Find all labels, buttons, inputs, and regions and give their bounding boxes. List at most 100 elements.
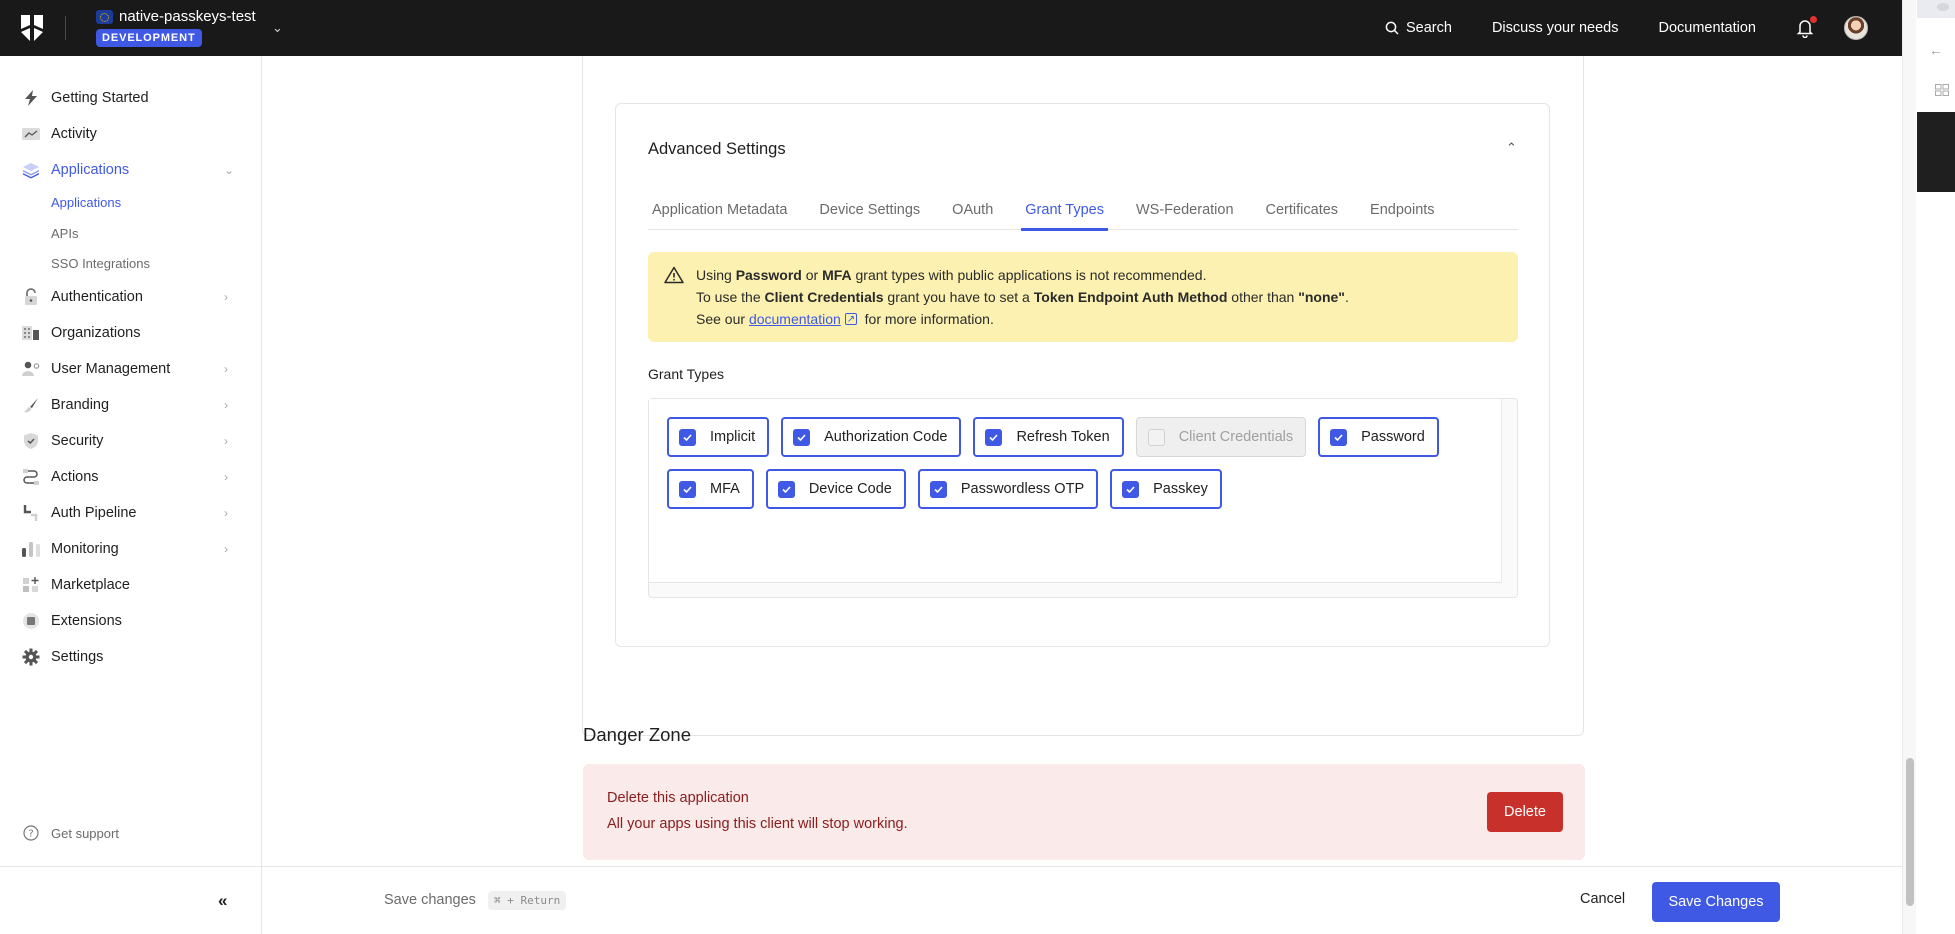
tab-device-settings[interactable]: Device Settings bbox=[815, 190, 924, 230]
sidebar-item-extensions[interactable]: Extensions bbox=[0, 606, 261, 636]
checkbox-checked-icon[interactable] bbox=[1330, 428, 1348, 446]
notifications-button[interactable] bbox=[1796, 16, 1817, 39]
grant-type-label: Device Code bbox=[808, 481, 892, 497]
search-button[interactable]: Search bbox=[1385, 20, 1452, 36]
tab-grant-types[interactable]: Grant Types bbox=[1021, 190, 1108, 231]
bar-chart-icon bbox=[22, 540, 40, 558]
notification-dot bbox=[1810, 16, 1817, 23]
window-control-icon[interactable] bbox=[1937, 3, 1949, 11]
checkbox-checked-icon[interactable] bbox=[777, 480, 795, 498]
get-support-link[interactable]: ? Get support bbox=[0, 818, 261, 848]
sidebar-item-marketplace[interactable]: Marketplace bbox=[0, 570, 261, 600]
tab-certificates[interactable]: Certificates bbox=[1262, 190, 1343, 230]
tenant-switcher[interactable]: native-passkeys-test DEVELOPMENT bbox=[96, 8, 256, 47]
sidebar-item-monitoring[interactable]: Monitoring › bbox=[0, 534, 261, 564]
auth0-logo-icon[interactable] bbox=[18, 13, 46, 43]
checkbox-checked-icon[interactable] bbox=[793, 428, 811, 446]
grant-types-container: Implicit Authorization Code Refresh Toke… bbox=[648, 398, 1518, 598]
cancel-button[interactable]: Cancel bbox=[1580, 891, 1625, 907]
warning-line-3: See our documentation for more informati… bbox=[696, 308, 1518, 331]
checkbox-checked-icon[interactable] bbox=[929, 480, 947, 498]
topbar-divider bbox=[65, 16, 66, 40]
sidebar-item-activity[interactable]: Activity bbox=[0, 119, 261, 149]
grant-types-label: Grant Types bbox=[648, 366, 725, 382]
grant-type-password[interactable]: Password bbox=[1318, 417, 1439, 457]
advanced-settings-title: Advanced Settings bbox=[648, 140, 786, 158]
danger-zone-panel: Delete this application All your apps us… bbox=[583, 764, 1585, 860]
grant-type-refresh-token[interactable]: Refresh Token bbox=[973, 417, 1124, 457]
gear-icon bbox=[22, 648, 40, 666]
activity-chart-icon bbox=[22, 125, 40, 143]
sidebar-item-branding[interactable]: Branding › bbox=[0, 390, 261, 420]
delete-application-button[interactable]: Delete bbox=[1487, 792, 1563, 832]
grant-type-label: Client Credentials bbox=[1178, 429, 1294, 445]
documentation-link[interactable]: documentation bbox=[749, 311, 841, 327]
lock-icon bbox=[22, 288, 40, 306]
sidebar-item-label: Monitoring bbox=[51, 541, 119, 557]
flow-icon bbox=[22, 468, 40, 486]
sidebar-item-label: Branding bbox=[51, 397, 110, 413]
grant-type-mfa[interactable]: MFA bbox=[667, 469, 754, 509]
sidebar-footer: « bbox=[0, 866, 261, 934]
sidebar-item-label: Actions bbox=[51, 469, 99, 485]
sidebar-item-user-management[interactable]: User Management › bbox=[0, 354, 261, 384]
sidebar-item-organizations[interactable]: Organizations bbox=[0, 318, 261, 348]
save-changes-hint: Save changes bbox=[384, 892, 476, 908]
side-panel-header bbox=[1917, 0, 1955, 18]
user-avatar[interactable] bbox=[1844, 16, 1868, 40]
grid-icon[interactable] bbox=[1935, 84, 1949, 96]
checkbox-checked-icon[interactable] bbox=[985, 428, 1003, 446]
grant-types-row-2: MFA Device Code Passwordless OTP Passkey bbox=[667, 469, 1222, 509]
tab-oauth[interactable]: OAuth bbox=[948, 190, 997, 230]
sidebar-item-label: Applications bbox=[51, 162, 130, 178]
sidebar-item-auth-pipeline[interactable]: Auth Pipeline › bbox=[0, 498, 261, 528]
sidebar-item-getting-started[interactable]: Getting Started bbox=[0, 83, 261, 113]
grant-type-authorization-code[interactable]: Authorization Code bbox=[781, 417, 962, 457]
checkbox-checked-icon[interactable] bbox=[679, 480, 696, 498]
grant-type-device-code[interactable]: Device Code bbox=[765, 469, 906, 509]
grant-type-label: Authorization Code bbox=[824, 429, 948, 445]
sidebar-item-actions[interactable]: Actions › bbox=[0, 462, 261, 492]
arrow-left-icon[interactable]: ← bbox=[1929, 42, 1943, 58]
svg-text:?: ? bbox=[28, 829, 33, 840]
sidebar-item-label: Marketplace bbox=[51, 577, 130, 593]
danger-zone-heading: Delete this application bbox=[607, 790, 749, 806]
checkbox-checked-icon[interactable] bbox=[1122, 480, 1140, 498]
tab-ws-federation[interactable]: WS-Federation bbox=[1132, 190, 1238, 230]
collapse-sidebar-button[interactable]: « bbox=[218, 891, 227, 911]
warning-triangle-icon bbox=[664, 266, 684, 284]
sidebar-item-security[interactable]: Security › bbox=[0, 426, 261, 456]
sidebar-subitem-apis[interactable]: APIs bbox=[51, 226, 78, 241]
chip-icon bbox=[22, 612, 40, 630]
sidebar-subitem-sso-integrations[interactable]: SSO Integrations bbox=[51, 256, 150, 271]
sidebar: Getting Started Activity Applications ⌄ … bbox=[0, 56, 262, 934]
side-panel-strip: ← bbox=[1917, 0, 1955, 934]
tab-endpoints[interactable]: Endpoints bbox=[1366, 190, 1439, 230]
page-scrollbar[interactable] bbox=[1902, 0, 1916, 934]
chevron-down-icon[interactable]: ⌄ bbox=[272, 20, 283, 36]
chevron-up-icon[interactable]: ⌃ bbox=[1506, 140, 1517, 156]
grant-type-implicit[interactable]: Implicit bbox=[667, 417, 770, 457]
grant-type-label: Password bbox=[1361, 429, 1425, 445]
sidebar-item-label: Security bbox=[51, 433, 104, 449]
side-panel-preview bbox=[1917, 112, 1955, 192]
save-changes-button[interactable]: Save Changes bbox=[1652, 882, 1780, 922]
shield-check-icon bbox=[22, 432, 40, 450]
sidebar-subitem-applications[interactable]: Applications bbox=[51, 195, 121, 210]
sidebar-item-settings[interactable]: Settings bbox=[0, 642, 261, 672]
search-label: Search bbox=[1405, 20, 1452, 36]
scrollbar-thumb[interactable] bbox=[1906, 758, 1914, 906]
grant-type-passwordless-otp[interactable]: Passwordless OTP bbox=[917, 469, 1099, 509]
brush-icon bbox=[22, 396, 40, 414]
sidebar-item-authentication[interactable]: Authentication › bbox=[0, 282, 261, 312]
discuss-needs-link[interactable]: Discuss your needs bbox=[1492, 20, 1619, 36]
documentation-link[interactable]: Documentation bbox=[1658, 20, 1756, 36]
get-support-label: Get support bbox=[51, 825, 119, 841]
sidebar-item-applications[interactable]: Applications ⌄ bbox=[0, 155, 261, 185]
grant-type-label: Passkey bbox=[1153, 481, 1208, 497]
grant-types-scroll-area: Implicit Authorization Code Refresh Toke… bbox=[649, 399, 1502, 583]
sidebar-item-label: Extensions bbox=[51, 613, 122, 629]
grant-type-passkey[interactable]: Passkey bbox=[1110, 469, 1222, 509]
tab-application-metadata[interactable]: Application Metadata bbox=[648, 190, 791, 230]
checkbox-checked-icon[interactable] bbox=[679, 428, 696, 446]
